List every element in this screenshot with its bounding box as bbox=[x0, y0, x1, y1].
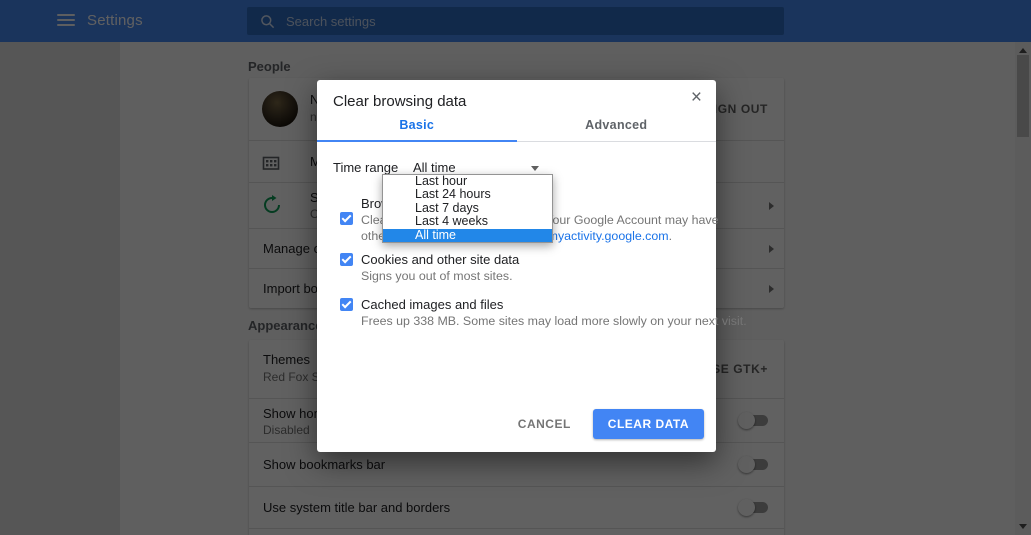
cookies-description: Signs you out of most sites. bbox=[361, 269, 692, 285]
close-icon[interactable]: × bbox=[691, 88, 702, 108]
tab-advanced[interactable]: Advanced bbox=[517, 108, 717, 141]
clear-data-button[interactable]: CLEAR DATA bbox=[593, 409, 704, 439]
myactivity-link[interactable]: myactivity.google.com bbox=[548, 229, 669, 243]
description-suffix: . bbox=[669, 229, 672, 243]
time-range-label: Time range bbox=[333, 160, 398, 175]
browsing-history-checkbox[interactable] bbox=[340, 212, 353, 225]
cached-images-checkbox[interactable] bbox=[340, 298, 353, 311]
dropdown-option[interactable]: Last 7 days bbox=[383, 202, 552, 215]
time-range-select[interactable]: All time bbox=[413, 160, 456, 175]
clear-browsing-data-dialog: Clear browsing data × Basic Advanced Tim… bbox=[317, 80, 716, 452]
cached-images-item: Cached images and files Frees up 338 MB.… bbox=[340, 297, 692, 330]
tab-basic[interactable]: Basic bbox=[317, 108, 517, 141]
dialog-footer: CANCEL CLEAR DATA bbox=[518, 409, 704, 439]
time-range-dropdown-popup: Last hourLast 24 hoursLast 7 daysLast 4 … bbox=[382, 174, 553, 243]
chrome-settings-page: Settings Search settings People N n SIGN… bbox=[0, 0, 1031, 535]
chevron-down-icon bbox=[531, 166, 539, 171]
cookies-checkbox[interactable] bbox=[340, 253, 353, 266]
cached-images-description: Frees up 338 MB. Some sites may load mor… bbox=[361, 314, 692, 330]
cookies-label: Cookies and other site data bbox=[361, 252, 692, 268]
cancel-button[interactable]: CANCEL bbox=[518, 417, 571, 431]
dropdown-option[interactable]: Last 24 hours bbox=[383, 188, 552, 201]
dropdown-option[interactable]: Last hour bbox=[383, 175, 552, 188]
dialog-tabs: Basic Advanced bbox=[317, 108, 716, 142]
cookies-item: Cookies and other site data Signs you ou… bbox=[340, 252, 692, 285]
cached-images-label: Cached images and files bbox=[361, 297, 692, 313]
dropdown-option[interactable]: Last 4 weeks bbox=[383, 215, 552, 228]
dropdown-option[interactable]: All time bbox=[383, 229, 552, 242]
